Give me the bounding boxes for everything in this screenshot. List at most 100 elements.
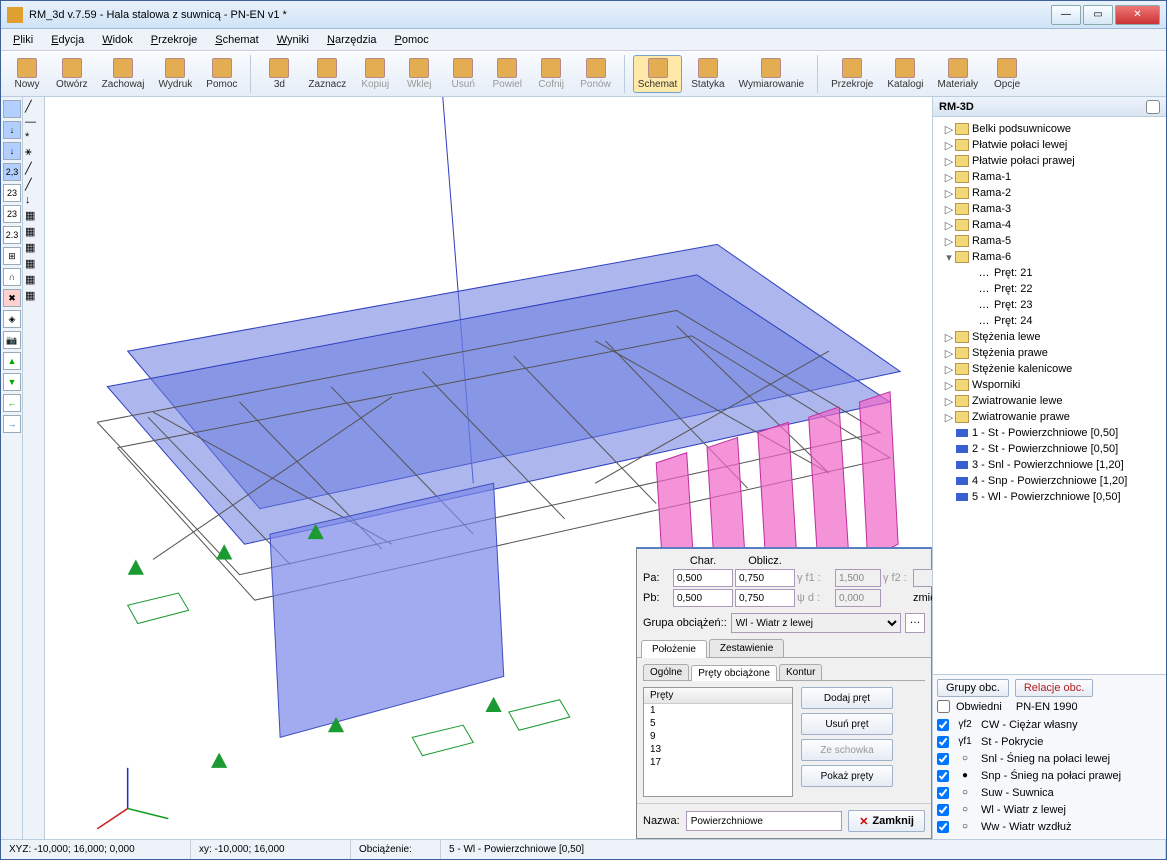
loadcase-row[interactable]: ○Ww - Wiatr wzdłuż bbox=[937, 818, 1162, 835]
maximize-button[interactable]: ▭ bbox=[1083, 5, 1113, 25]
toolbar-nowy[interactable]: Nowy bbox=[7, 55, 47, 93]
tool-icon[interactable]: ▲ bbox=[3, 352, 21, 370]
btn-pokaz[interactable]: Pokaż pręty bbox=[801, 765, 893, 787]
viewport-3d[interactable]: Char. Oblicz. Pa: γ f1 : γ f2 : Pb: ψ d … bbox=[45, 97, 932, 839]
tool-icon[interactable]: ╱ bbox=[25, 162, 42, 175]
prety-row[interactable]: 5 bbox=[644, 717, 792, 730]
prety-row[interactable]: 17 bbox=[644, 756, 792, 769]
tree-item[interactable]: ▷Płatwie połaci lewej bbox=[937, 137, 1162, 153]
tree-item[interactable]: ▷Rama-3 bbox=[937, 201, 1162, 217]
toolbar-statyka[interactable]: Statyka bbox=[686, 55, 729, 93]
chk-obwiedni[interactable] bbox=[937, 700, 950, 713]
search-icon[interactable] bbox=[1146, 100, 1160, 114]
toolbar-wymiarowanie[interactable]: Wymiarowanie bbox=[734, 55, 809, 93]
loadcase-checkbox[interactable] bbox=[937, 736, 949, 748]
loadcase-checkbox[interactable] bbox=[937, 753, 949, 765]
close-button[interactable]: ✕ bbox=[1115, 5, 1160, 25]
tool-icon[interactable]: ∩ bbox=[3, 268, 21, 286]
tool-icon[interactable]: ╱ bbox=[25, 178, 42, 191]
toolbar-schemat[interactable]: Schemat bbox=[633, 55, 682, 93]
loadcase-checkbox[interactable] bbox=[937, 719, 949, 731]
prety-list[interactable]: Pręty 1591317 bbox=[643, 687, 793, 797]
camera-icon[interactable]: 📷 bbox=[3, 331, 21, 349]
tool-icon[interactable]: ← bbox=[3, 394, 21, 412]
tree-item[interactable]: …Pręt: 22 bbox=[937, 281, 1162, 297]
project-tree[interactable]: ▷Belki podsuwnicowe▷Płatwie połaci lewej… bbox=[933, 117, 1166, 674]
tree-item[interactable]: ▾Rama-6 bbox=[937, 249, 1162, 265]
menu-pomoc[interactable]: Pomoc bbox=[387, 32, 437, 48]
input-pb-char[interactable] bbox=[673, 589, 733, 607]
toolbar-zaznacz[interactable]: Zaznacz bbox=[303, 55, 351, 93]
toolbar-3d[interactable]: 3d bbox=[259, 55, 299, 93]
loadcase-row[interactable]: ○Suw - Suwnica bbox=[937, 784, 1162, 801]
toolbar-zachowaj[interactable]: Zachowaj bbox=[97, 55, 150, 93]
tool-icon[interactable]: ▦ bbox=[25, 225, 42, 238]
tool-icon[interactable]: ↓ bbox=[25, 194, 42, 206]
tool-icon[interactable]: ◈ bbox=[3, 310, 21, 328]
tree-item[interactable]: …Pręt: 21 bbox=[937, 265, 1162, 281]
tool-icon[interactable] bbox=[3, 100, 21, 118]
toolbar-przekroje[interactable]: Przekroje bbox=[826, 55, 878, 93]
input-pb-oblicz[interactable] bbox=[735, 589, 795, 607]
prety-row[interactable]: 9 bbox=[644, 730, 792, 743]
tree-item[interactable]: ▷Rama-4 bbox=[937, 217, 1162, 233]
toolbar-pomoc[interactable]: Pomoc bbox=[201, 55, 242, 93]
tool-icon[interactable]: ⚹ bbox=[25, 146, 42, 159]
loadcase-row[interactable]: ●Snp - Śnieg na połaci prawej bbox=[937, 767, 1162, 784]
loadcase-checkbox[interactable] bbox=[937, 804, 949, 816]
tool-icon[interactable]: ↓ bbox=[3, 121, 21, 139]
btn-dodaj[interactable]: Dodaj pręt bbox=[801, 687, 893, 709]
tree-item[interactable]: ▷Stężenia prawe bbox=[937, 345, 1162, 361]
tool-icon[interactable]: ▼ bbox=[3, 373, 21, 391]
toolbar-katalogi[interactable]: Katalogi bbox=[882, 55, 928, 93]
loadcase-row[interactable]: γf1St - Pokrycie bbox=[937, 733, 1162, 750]
menu-pliki[interactable]: Pliki bbox=[5, 32, 41, 48]
tree-item[interactable]: ▷Rama-1 bbox=[937, 169, 1162, 185]
menu-narzędzia[interactable]: Narzędzia bbox=[319, 32, 385, 48]
tool-icon[interactable]: 2.3 bbox=[3, 226, 21, 244]
tool-icon[interactable]: ▦ bbox=[25, 257, 42, 270]
tree-item[interactable]: ▷Stężenia lewe bbox=[937, 329, 1162, 345]
tool-icon[interactable]: ╱ bbox=[25, 100, 42, 113]
subtab-ogolne[interactable]: Ogólne bbox=[643, 664, 689, 680]
tree-item[interactable]: …Pręt: 24 bbox=[937, 313, 1162, 329]
tool-icon[interactable]: ▦ bbox=[25, 241, 42, 254]
btn-grupy[interactable]: Grupy obc. bbox=[937, 679, 1009, 697]
tab-zestawienie[interactable]: Zestawienie bbox=[709, 639, 784, 657]
loadcase-row[interactable]: ○Snl - Śnieg na połaci lewej bbox=[937, 750, 1162, 767]
toolbar-materiały[interactable]: Materiały bbox=[933, 55, 984, 93]
tool-icon[interactable]: ▦ bbox=[25, 273, 42, 286]
tool-icon[interactable]: ▦ bbox=[25, 209, 42, 222]
tree-item[interactable]: 3 - Snl - Powierzchniowe [1,20] bbox=[937, 457, 1162, 473]
menu-przekroje[interactable]: Przekroje bbox=[143, 32, 205, 48]
tree-item[interactable]: ▷Stężenie kalenicowe bbox=[937, 361, 1162, 377]
menu-widok[interactable]: Widok bbox=[94, 32, 141, 48]
tree-item[interactable]: ▷Rama-5 bbox=[937, 233, 1162, 249]
tool-icon[interactable]: → bbox=[3, 415, 21, 433]
tree-item[interactable]: …Pręt: 23 bbox=[937, 297, 1162, 313]
tree-item[interactable]: ▷Belki podsuwnicowe bbox=[937, 121, 1162, 137]
input-nazwa[interactable] bbox=[686, 811, 843, 831]
tree-item[interactable]: 1 - St - Powierzchniowe [0,50] bbox=[937, 425, 1162, 441]
tool-icon[interactable]: ▦ bbox=[25, 289, 42, 302]
tree-item[interactable]: ▷Zwiatrowanie lewe bbox=[937, 393, 1162, 409]
loadcase-row[interactable]: γf2CW - Ciężar własny bbox=[937, 716, 1162, 733]
tree-item[interactable]: ▷Płatwie połaci prawej bbox=[937, 153, 1162, 169]
tool-icon[interactable]: ↓ bbox=[3, 142, 21, 160]
input-pa-oblicz[interactable] bbox=[735, 569, 795, 587]
loadcase-checkbox[interactable] bbox=[937, 787, 949, 799]
subtab-prety[interactable]: Pręty obciążone bbox=[691, 665, 777, 681]
prety-row[interactable]: 13 bbox=[644, 743, 792, 756]
tool-icon[interactable]: 23 bbox=[3, 184, 21, 202]
select-grupa[interactable]: Wl - Wiatr z lewej bbox=[731, 613, 901, 633]
toolbar-wydruk[interactable]: Wydruk bbox=[153, 55, 197, 93]
tool-icon[interactable]: ⊞ bbox=[3, 247, 21, 265]
tree-item[interactable]: ▷Rama-2 bbox=[937, 185, 1162, 201]
input-pa-char[interactable] bbox=[673, 569, 733, 587]
toolbar-otwórz[interactable]: Otwórz bbox=[51, 55, 93, 93]
menu-schemat[interactable]: Schemat bbox=[207, 32, 266, 48]
tool-icon[interactable]: 23 bbox=[3, 205, 21, 223]
minimize-button[interactable]: — bbox=[1051, 5, 1081, 25]
ellipsis-button[interactable]: … bbox=[905, 613, 925, 633]
tool-icon[interactable]: * bbox=[25, 131, 42, 143]
